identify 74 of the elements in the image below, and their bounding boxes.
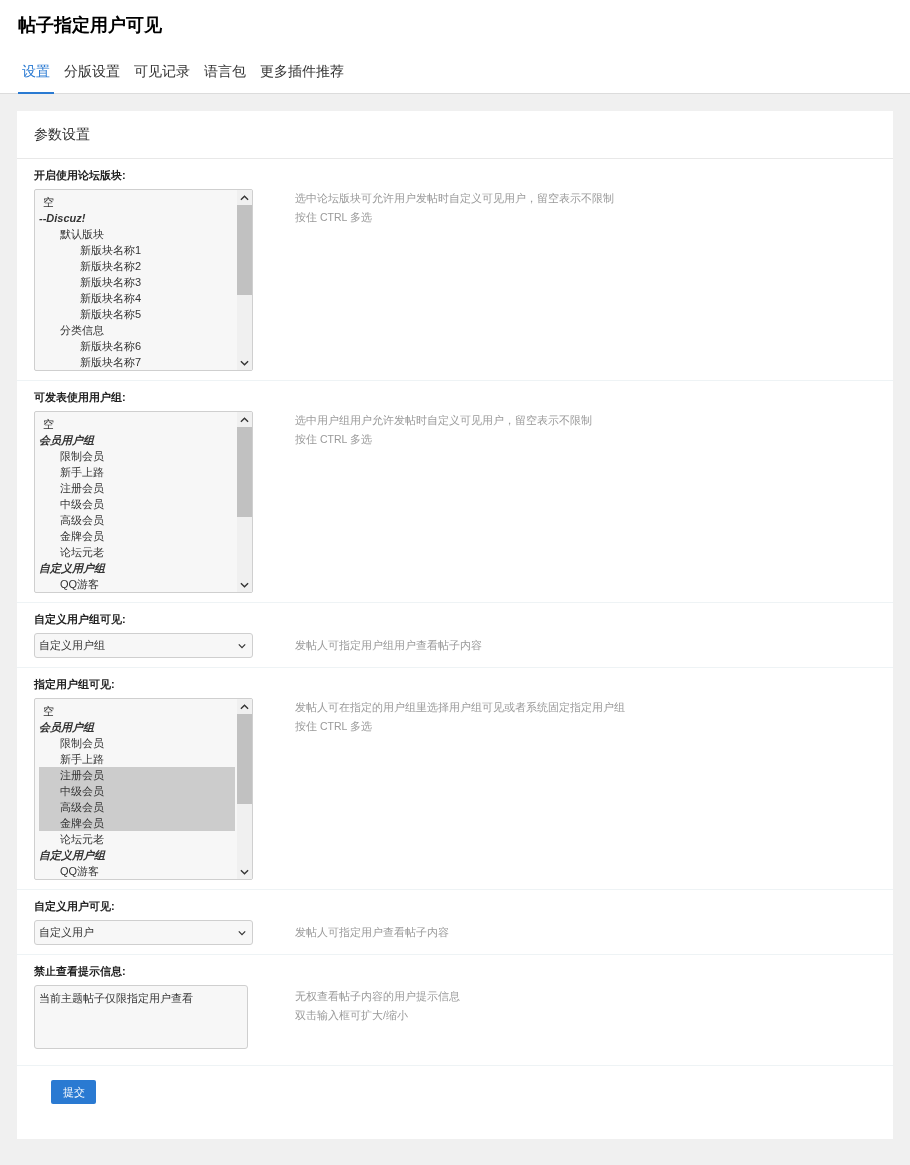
list-option[interactable]: 论坛元老: [39, 831, 235, 847]
list-option[interactable]: 新版块名称4: [39, 290, 235, 306]
tab[interactable]: 设置: [18, 50, 54, 94]
list-option[interactable]: 金牌会员: [39, 815, 235, 831]
dropdown-select[interactable]: 自定义用户: [34, 920, 253, 945]
tab[interactable]: 可见记录: [130, 50, 194, 94]
hint-text: 发帖人可指定用户组用户查看帖子内容: [295, 638, 482, 653]
list-option[interactable]: 空: [39, 416, 235, 432]
list-option[interactable]: 金牌会员: [39, 528, 235, 544]
chevron-up-icon[interactable]: [240, 703, 249, 710]
option-group-label: 会员用户组: [39, 720, 96, 735]
multi-select-list[interactable]: 空 --Discuz! 默认版块 新版块名称1 新版块名称2 新版块名称3 新版块名称4 新版块名称5 分类信息 新版块名称6 新版块名称7: [34, 189, 253, 371]
list-option[interactable]: 新版块名称6: [39, 338, 235, 354]
chevron-down-icon[interactable]: [240, 359, 249, 366]
hint-text: 发帖人可指定用户查看帖子内容: [295, 925, 449, 940]
hint-text: 无权查看帖子内容的用户提示信息: [295, 989, 460, 1004]
hint-text: 选中论坛版块可允许用户发帖时自定义可见用户，留空表示不限制: [295, 191, 614, 206]
list-option[interactable]: 高级会员: [39, 799, 235, 815]
scrollbar-thumb[interactable]: [237, 205, 252, 295]
scrollbar-thumb[interactable]: [237, 427, 252, 517]
option-group-label: 自定义用户组: [39, 848, 107, 863]
chevron-down-icon[interactable]: [238, 929, 246, 936]
field-label: 开启使用论坛版块:: [34, 168, 127, 182]
list-option[interactable]: 高级会员: [39, 512, 235, 528]
list-option[interactable]: 新版块名称7: [39, 354, 235, 370]
field-label: 指定用户组可见:: [34, 677, 116, 691]
page-title: 帖子指定用户可见: [18, 14, 162, 37]
hint-text: 双击输入框可扩大/缩小: [295, 1008, 409, 1023]
list-option[interactable]: 新手上路: [39, 751, 235, 767]
tab[interactable]: 分版设置: [60, 50, 124, 94]
field-label: 自定义用户组可见:: [34, 612, 127, 626]
list-option[interactable]: QQ游客: [39, 863, 235, 879]
hint-text: 发帖人可在指定的用户组里选择用户组可见或者系统固定指定用户组: [295, 700, 625, 715]
tab[interactable]: 更多插件推荐: [256, 50, 348, 94]
list-option[interactable]: 限制会员: [39, 448, 235, 464]
hint-text: 按住 CTRL 多选: [295, 432, 373, 447]
list-option[interactable]: 新版块名称1: [39, 242, 235, 258]
chevron-up-icon[interactable]: [240, 416, 249, 423]
hint-text: 选中用户组用户允许发帖时自定义可见用户，留空表示不限制: [295, 413, 592, 428]
list-option[interactable]: QQ游客: [39, 576, 235, 592]
option-group-label: --Discuz!: [39, 211, 87, 226]
hint-text: 按住 CTRL 多选: [295, 210, 373, 225]
multi-select-list[interactable]: 空 会员用户组 限制会员 新手上路 注册会员 中级会员 高级会员 金牌会员 论坛元老 自定义用户组 QQ游客: [34, 698, 253, 880]
submit-button[interactable]: 提交: [51, 1080, 96, 1105]
list-option[interactable]: 中级会员: [39, 496, 235, 512]
multi-select-list[interactable]: 空 会员用户组 限制会员 新手上路 注册会员 中级会员 高级会员 金牌会员 论坛元老 自定义用户组 QQ游客: [34, 411, 253, 593]
list-option[interactable]: 新版块名称5: [39, 306, 235, 322]
chevron-down-icon[interactable]: [240, 581, 249, 588]
list-option[interactable]: 新版块名称3: [39, 274, 235, 290]
scrollbar-thumb[interactable]: [237, 714, 252, 804]
field-label: 自定义用户可见:: [34, 899, 116, 913]
panel-title: 参数设置: [34, 125, 90, 144]
list-option[interactable]: 限制会员: [39, 735, 235, 751]
chevron-up-icon[interactable]: [240, 194, 249, 201]
list-option[interactable]: 空: [39, 194, 235, 210]
field-label: 禁止查看提示信息:: [34, 964, 127, 978]
text-area[interactable]: 当前主题帖子仅限指定用户查看: [34, 985, 248, 1049]
option-group-label: 自定义用户组: [39, 561, 107, 576]
list-option[interactable]: 注册会员: [39, 480, 235, 496]
list-option[interactable]: 分类信息: [39, 322, 235, 338]
list-option[interactable]: 论坛元老: [39, 544, 235, 560]
list-option[interactable]: 新手上路: [39, 464, 235, 480]
list-option[interactable]: 中级会员: [39, 783, 235, 799]
list-option[interactable]: 空: [39, 703, 235, 719]
chevron-down-icon[interactable]: [240, 868, 249, 875]
list-option[interactable]: 注册会员: [39, 767, 235, 783]
chevron-down-icon[interactable]: [238, 642, 246, 649]
list-option[interactable]: 默认版块: [39, 226, 235, 242]
field-label: 可发表使用用户组:: [34, 390, 127, 404]
option-group-label: 会员用户组: [39, 433, 96, 448]
list-option[interactable]: 新版块名称2: [39, 258, 235, 274]
tab[interactable]: 语言包: [200, 50, 250, 94]
dropdown-select[interactable]: 自定义用户组: [34, 633, 253, 658]
hint-text: 按住 CTRL 多选: [295, 719, 373, 734]
